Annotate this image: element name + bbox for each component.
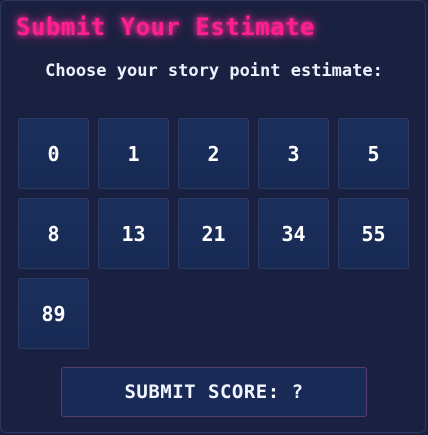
estimate-card-89[interactable]: 89 (18, 278, 89, 349)
estimate-card-34[interactable]: 34 (258, 198, 329, 269)
story-point-grid: 0 1 2 3 5 8 13 21 34 55 89 (18, 118, 409, 349)
estimate-card-2[interactable]: 2 (178, 118, 249, 189)
estimate-card-0[interactable]: 0 (18, 118, 89, 189)
estimate-card-1[interactable]: 1 (98, 118, 169, 189)
submit-score-button[interactable]: SUBMIT SCORE: ? (61, 367, 367, 417)
estimate-card-8[interactable]: 8 (18, 198, 89, 269)
estimate-card-21[interactable]: 21 (178, 198, 249, 269)
panel-title: Submit Your Estimate (16, 13, 315, 41)
estimate-card-3[interactable]: 3 (258, 118, 329, 189)
estimate-card-13[interactable]: 13 (98, 198, 169, 269)
estimate-prompt: Choose your story point estimate: (45, 61, 383, 81)
estimate-card-5[interactable]: 5 (338, 118, 409, 189)
estimate-panel: Submit Your Estimate Choose your story p… (0, 0, 426, 433)
estimate-card-55[interactable]: 55 (338, 198, 409, 269)
